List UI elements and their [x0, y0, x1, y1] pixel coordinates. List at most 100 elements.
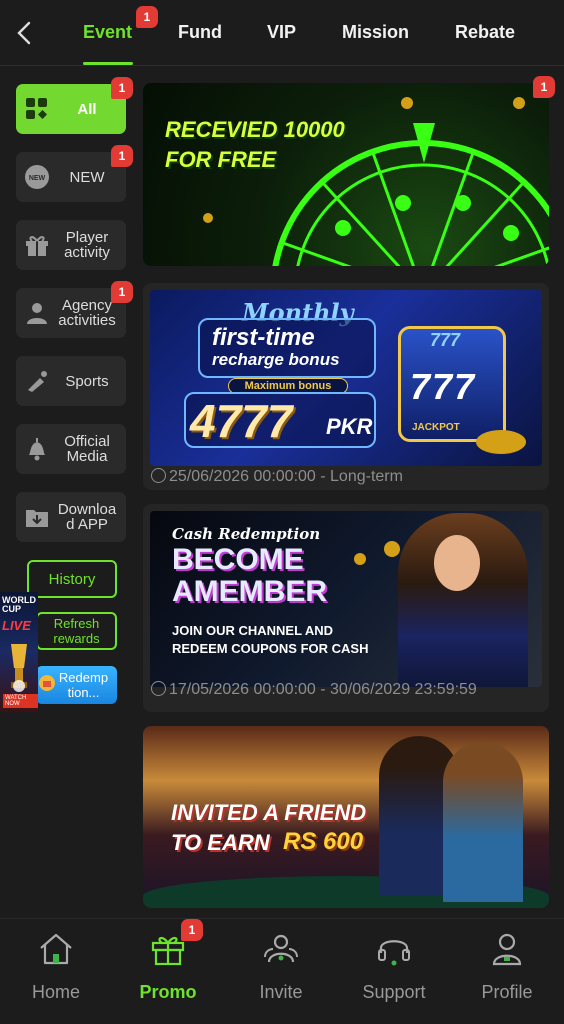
promo-date-text: 17/05/2026 00:00:00 - 30/06/2029 23:59:5…: [169, 681, 477, 698]
coin-icon: [401, 97, 413, 109]
sidebar-item-official-media[interactable]: Official Media: [16, 424, 126, 474]
tab-rebate[interactable]: Rebate: [455, 22, 515, 43]
new-badge-icon: NEW: [25, 165, 49, 189]
world-cup-text: WORLD CUP: [2, 595, 36, 614]
coin-icon: [384, 541, 400, 557]
sidebar-item-label: Official Media: [64, 433, 110, 465]
sidebar-all-badge: 1: [111, 77, 133, 99]
sidebar-item-label: NEW: [69, 168, 105, 186]
promo-banner-member: Cash Redemption BECOME AMEMBER JOIN OUR …: [150, 511, 542, 687]
banner-text-line1: JOIN OUR CHANNEL AND: [172, 623, 334, 638]
promo-banner-recharge: Monthly first-time recharge bonus Maximu…: [150, 290, 542, 466]
grid-icon: [26, 98, 47, 119]
sidebar-new-badge: 1: [111, 145, 133, 167]
sidebar-item-new[interactable]: NEW NEW: [16, 152, 126, 202]
gift-box-icon: [26, 236, 48, 256]
nav-promo[interactable]: Promo: [118, 929, 218, 1003]
banner-currency: PKR: [326, 414, 373, 439]
banner-title-line2: recharge bonus: [212, 350, 340, 369]
nav-label: Support: [362, 982, 426, 1002]
banner-amount: RS 600: [283, 828, 364, 855]
nav-invite[interactable]: Invite: [231, 929, 331, 1003]
agent-icon: [27, 303, 47, 324]
nav-home[interactable]: Home: [6, 929, 106, 1003]
sidebar-item-label: Player activity: [64, 229, 110, 261]
nav-promo-badge: 1: [181, 919, 203, 941]
profile-icon: [492, 933, 522, 966]
download-folder-icon: [26, 510, 48, 527]
nav-label: Profile: [481, 982, 533, 1002]
bell-icon: [29, 438, 45, 461]
tab-event-badge: 1: [136, 6, 158, 28]
sports-icon: [28, 371, 47, 392]
nav-label: Invite: [259, 982, 303, 1002]
coin-pile-icon: [476, 430, 526, 454]
back-arrow-icon[interactable]: [14, 20, 36, 46]
sidebar-item-label: Downloa d APP: [57, 501, 117, 533]
nav-support[interactable]: Support: [344, 929, 444, 1003]
gift-coin-icon: [39, 675, 55, 691]
sidebar-item-player-activity[interactable]: Player activity: [16, 220, 126, 270]
promo-card-become-member[interactable]: Cash Redemption BECOME AMEMBER JOIN OUR …: [143, 504, 549, 712]
banner-title-line1: first-time: [212, 324, 315, 351]
home-icon: [40, 933, 72, 965]
sidebar-item-all[interactable]: All: [16, 84, 126, 134]
banner-text-line2: REDEEM COUPONS FOR CASH: [172, 641, 369, 656]
promo-card-free-10000[interactable]: RECEVIED 10000 FOR FREE: [143, 83, 549, 266]
tab-mission[interactable]: Mission: [342, 22, 409, 43]
banner-title-line2: AMEMBER: [172, 575, 327, 608]
promo-banner-invite: INVITED A FRIEND TO EARN RS 600: [143, 726, 549, 908]
banner-title-line1: BECOME: [172, 543, 304, 576]
banner-amount: 4777: [190, 395, 293, 447]
svg-text:NEW: NEW: [29, 175, 46, 182]
promo-banner-wheel: RECEVIED 10000 FOR FREE: [143, 83, 549, 266]
bottom-nav: Home Promo 1 Invite Support Profile: [0, 918, 564, 1024]
clock-icon: [151, 468, 166, 483]
history-button[interactable]: History: [27, 560, 117, 598]
banner-title-line2: FOR FREE: [165, 147, 277, 172]
coin-icon: [354, 553, 366, 565]
tab-fund[interactable]: Fund: [178, 22, 222, 43]
tab-event[interactable]: Event: [83, 22, 132, 43]
promo-date: 17/05/2026 00:00:00 - 30/06/2029 23:59:5…: [151, 680, 477, 700]
slot-jackpot-label: JACKPOT: [412, 422, 460, 433]
watch-now-text: WATCH NOW: [3, 694, 38, 708]
promo-card-badge: 1: [533, 76, 555, 98]
slot-top-reels: 777: [430, 330, 461, 350]
model-face: [434, 535, 480, 591]
coin-icon: [203, 213, 213, 223]
sidebar-item-label: All: [77, 100, 97, 118]
promo-date-text: 25/06/2026 00:00:00 - Long-term: [169, 468, 403, 485]
redemption-button[interactable]: Redemp tion...: [36, 666, 117, 704]
banner-script-text: Cash Redemption: [172, 525, 321, 543]
nav-label: Home: [31, 982, 80, 1002]
promo-card-invite-friend[interactable]: INVITED A FRIEND TO EARN RS 600: [143, 726, 549, 908]
refresh-rewards-button[interactable]: Refresh rewards: [36, 612, 117, 650]
active-tab-underline: [83, 62, 133, 65]
sidebar-item-label: Sports: [65, 372, 109, 390]
nav-profile[interactable]: Profile: [457, 929, 557, 1003]
promo-date: 25/06/2026 00:00:00 - Long-term: [151, 467, 403, 487]
banner-title-line1: INVITED A FRIEND: [171, 800, 367, 825]
sidebar-agency-badge: 1: [111, 281, 133, 303]
users-icon: [264, 934, 298, 963]
sidebar-item-agency-activities[interactable]: Agency activities: [16, 288, 126, 338]
redemption-label: Redemp tion...: [58, 670, 109, 700]
top-tab-bar: Event 1 Fund VIP Mission Rebate: [0, 0, 564, 66]
clock-icon: [151, 681, 166, 696]
coin-icon: [513, 97, 525, 109]
tab-vip[interactable]: VIP: [267, 22, 296, 43]
sidebar-item-download-app[interactable]: Downloa d APP: [16, 492, 126, 542]
spin-wheel-icon: [272, 123, 549, 266]
slot-reels: 777: [410, 366, 477, 407]
live-text: LIVE: [2, 618, 31, 633]
banner-title-line1: RECEVIED 10000: [165, 117, 345, 142]
promo-card-monthly-recharge[interactable]: Monthly first-time recharge bonus Maximu…: [143, 283, 549, 490]
banner-title-line2: TO EARN: [171, 830, 270, 855]
nav-label: Promo: [139, 982, 197, 1002]
sidebar-item-sports[interactable]: Sports: [16, 356, 126, 406]
woman-figure: [443, 742, 523, 902]
headset-icon: [378, 940, 410, 966]
trophy-icon: [11, 644, 27, 692]
world-cup-floating-ad[interactable]: WORLD CUP LIVE WATCH NOW: [0, 592, 38, 712]
